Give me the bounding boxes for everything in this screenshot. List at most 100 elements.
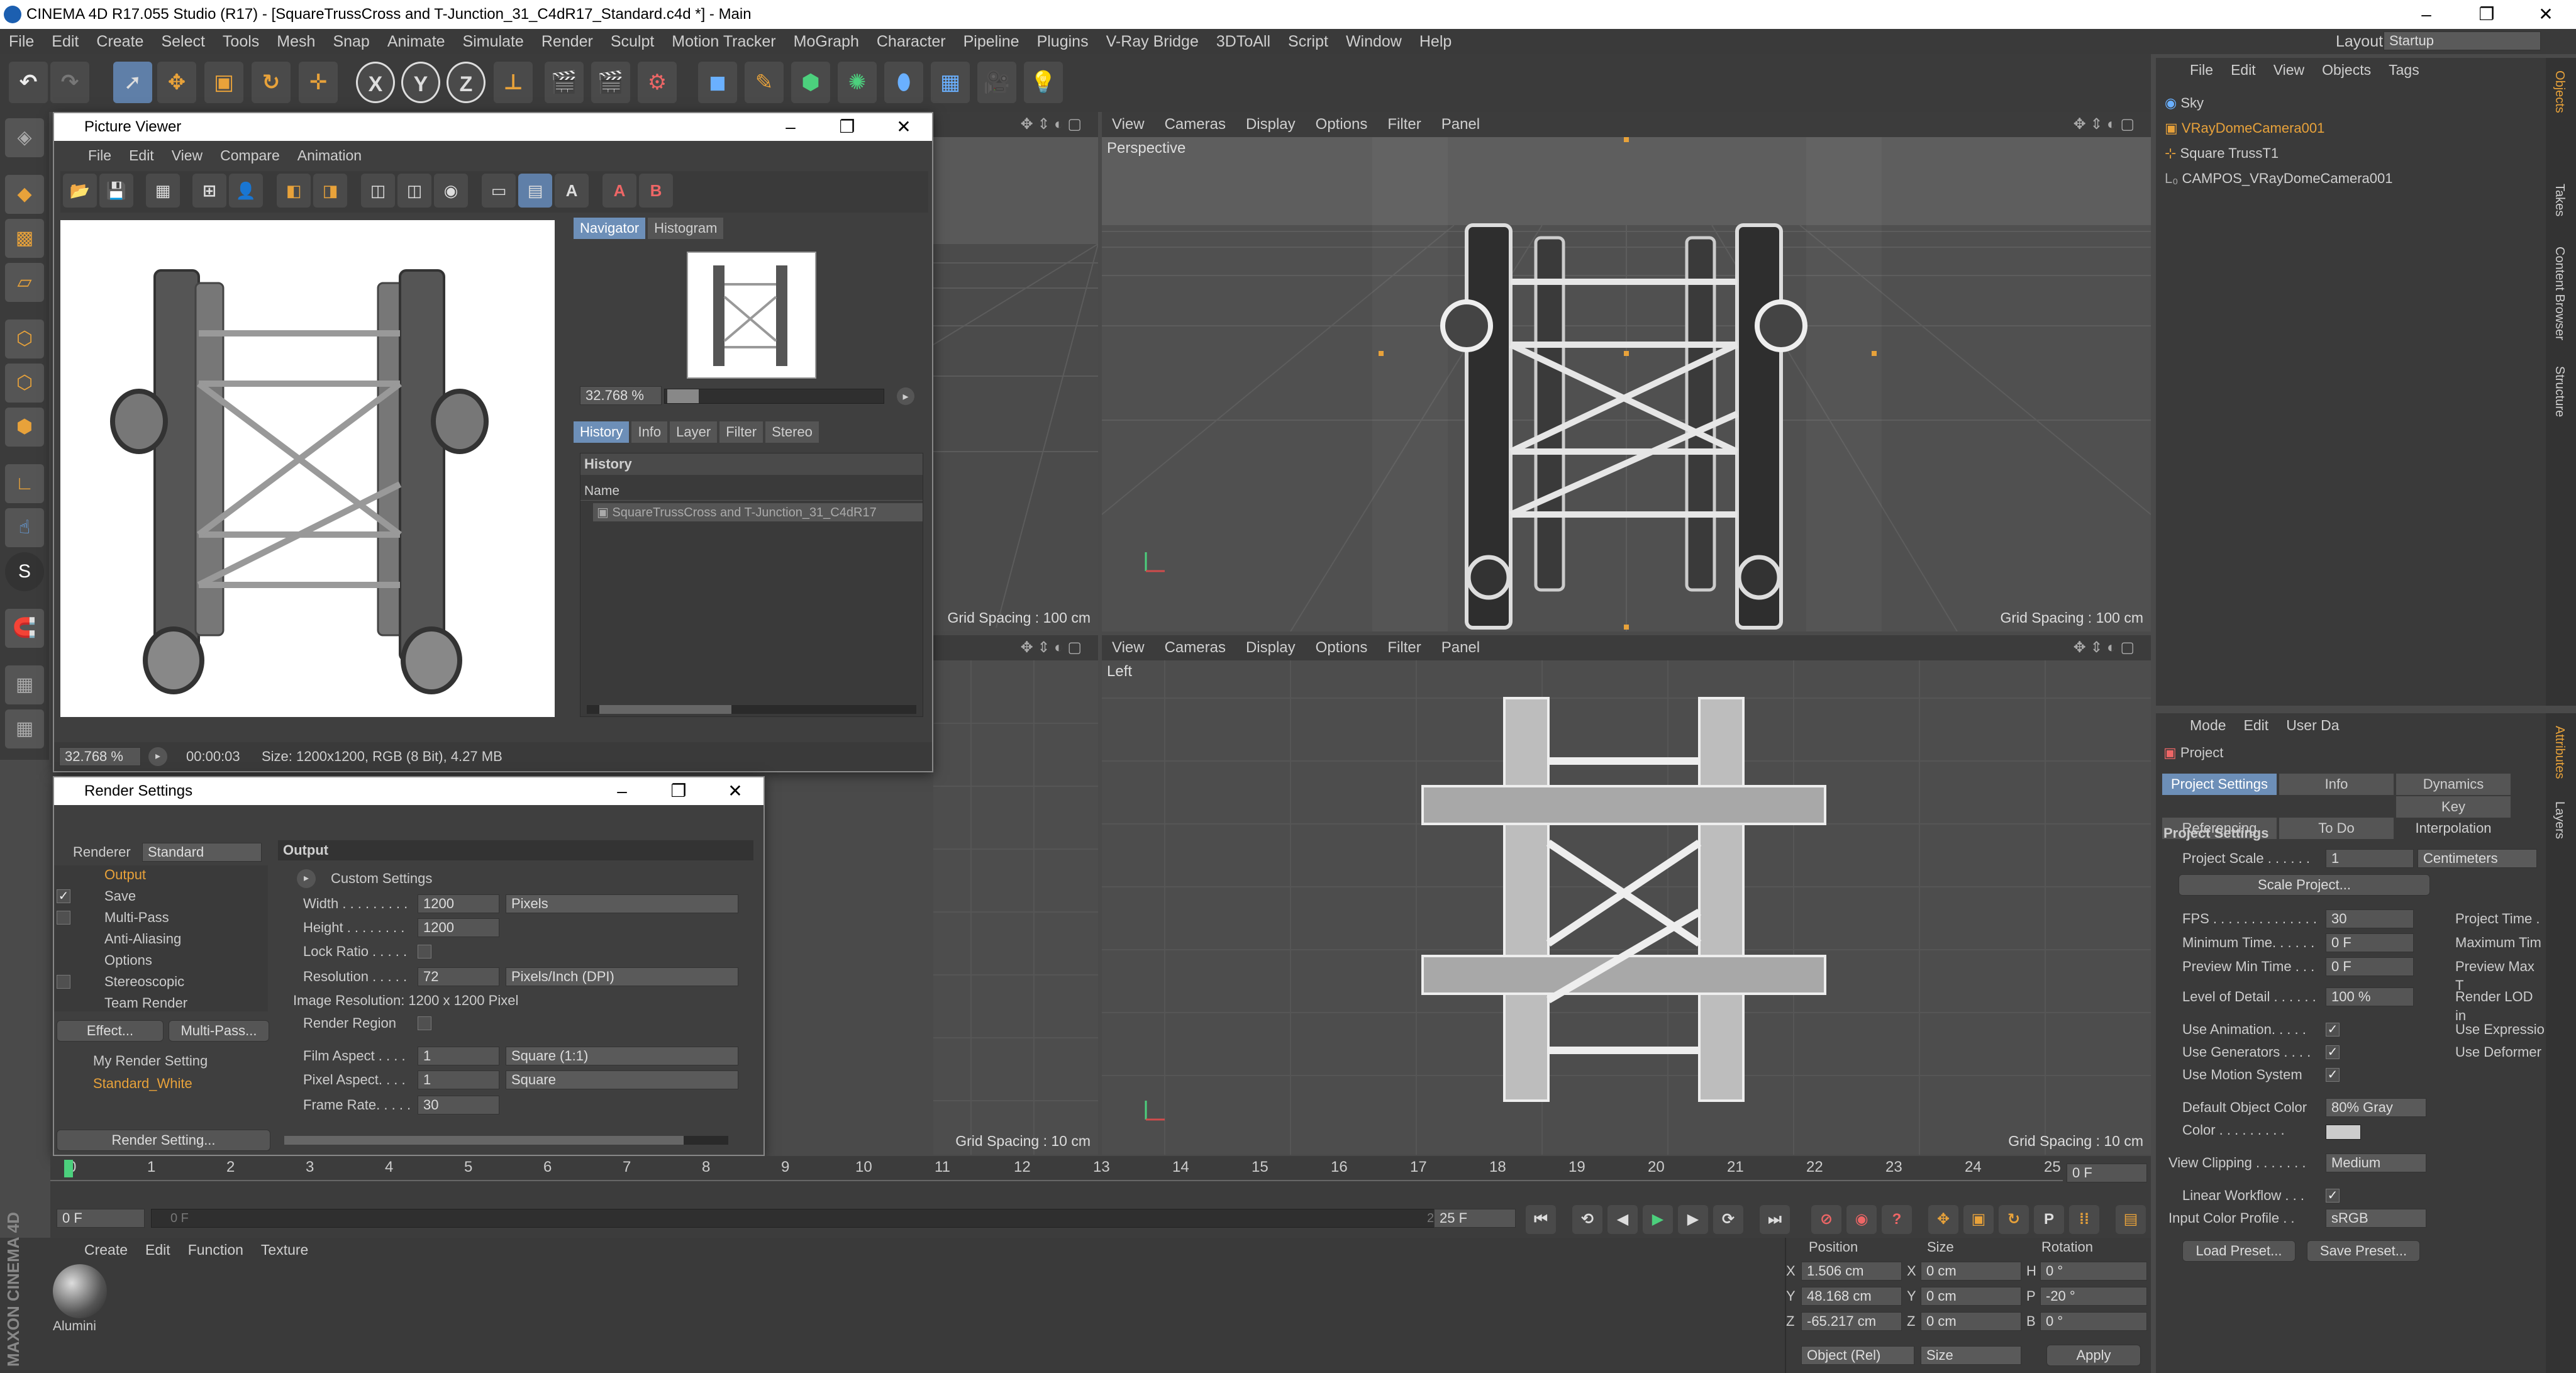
timeline-window-icon[interactable]: ▤ [2116,1205,2146,1234]
am-menu-user-data[interactable]: User Da [2277,713,2348,737]
open-icon[interactable]: 📂 [63,174,97,208]
use-animation-checkbox[interactable]: ✓ [2326,1023,2340,1037]
vp-menu-view[interactable]: View [1102,112,1155,137]
mm-menu-edit[interactable]: Edit [136,1238,179,1262]
input-color-profile-select[interactable]: sRGB [2326,1209,2426,1228]
menu-create[interactable]: Create [87,29,152,54]
make-editable-icon[interactable]: ◈ [5,118,44,157]
autokey-icon[interactable]: ◉ [1846,1205,1877,1234]
material-aluminium-swatch[interactable] [53,1264,107,1318]
next-frame-icon[interactable]: ▶ [1678,1205,1708,1234]
load-preset-button[interactable]: Load Preset... [2182,1240,2296,1262]
pv-menu-compare[interactable]: Compare [211,143,289,167]
object-row-campos[interactable]: L₀ CAMPOS_VRayDomeCamera001 [2165,166,2542,191]
points-mode-icon[interactable]: ⬡ [5,320,44,359]
vp-menu-filter[interactable]: Filter [1377,635,1431,660]
menu-sculpt[interactable]: Sculpt [602,29,663,54]
pv-menu-view[interactable]: View [163,143,211,167]
side-tab-attributes[interactable]: Attributes [2552,726,2567,779]
polygons-mode-icon[interactable]: ⬢ [5,408,44,447]
coordinate-system-icon[interactable]: ⊥ [494,62,533,103]
effect-button[interactable]: Effect... [57,1020,164,1042]
units-select[interactable]: Pixels [506,894,738,913]
tree-output[interactable]: Output [104,865,146,884]
om-menu-tags[interactable]: Tags [2380,58,2428,82]
vp-menu-cameras[interactable]: Cameras [1155,635,1236,660]
light-icon[interactable]: 💡 [1024,62,1063,103]
menu-window[interactable]: Window [1337,29,1411,54]
subdivision-icon[interactable]: ⬢ [791,62,830,103]
axis-icon[interactable]: ∟ [5,464,44,503]
size-y-field[interactable]: 0 cm [1921,1287,2021,1306]
vp-menu-filter[interactable]: Filter [1377,112,1431,137]
y-axis-button[interactable]: Y [401,62,440,103]
project-scale-unit-select[interactable]: Centimeters [2418,849,2537,868]
ab-compare-icon[interactable]: ◫ [361,174,395,208]
menu-select[interactable]: Select [152,29,213,54]
vp-menu-cameras[interactable]: Cameras [1155,112,1236,137]
om-menu-file[interactable]: File [2181,58,2222,82]
position-key-icon[interactable]: ✥ [1928,1205,1958,1234]
object-row-sky[interactable]: ◉ Sky [2165,91,2542,116]
vp-menu-display[interactable]: Display [1236,112,1306,137]
redo-icon[interactable]: ↷ [50,62,89,103]
position-y-field[interactable]: 48.168 cm [1801,1287,1902,1306]
tab-info[interactable]: Info [631,421,668,443]
menu-mograph[interactable]: MoGraph [785,29,868,54]
color-icon[interactable]: ◉ [434,174,468,208]
status-zoom[interactable]: 32.768 % [59,747,141,766]
tab-filter[interactable]: Filter [719,421,763,443]
side-tab-content-browser[interactable]: Content Browser [2552,247,2567,340]
side-tab-objects[interactable]: Objects [2552,70,2567,113]
menu-mesh[interactable]: Mesh [268,29,324,54]
tab-to-do[interactable]: To Do [2279,818,2394,839]
navigator-play-icon[interactable]: ▸ [897,387,914,405]
previous-frame-icon[interactable]: ◀ [1607,1205,1638,1234]
previous-key-icon[interactable]: ⟲ [1572,1205,1602,1234]
width-field[interactable]: 1200 [418,894,499,913]
multipass-checkbox[interactable] [57,911,70,925]
viewport-nav-icons[interactable]: ✥ ⇕ ◐ ▢ [2063,635,2145,660]
layout-select[interactable]: Startup [2384,31,2541,50]
height-field[interactable]: 1200 [418,918,499,937]
stereoscopic-checkbox[interactable] [57,975,70,989]
render-region-checkbox[interactable] [418,1016,431,1030]
go-to-end-icon[interactable]: ⏭ [1760,1205,1790,1234]
viewport-nav-icons[interactable]: ✥ ⇕ ◐ ▢ [1011,635,1092,660]
render-region-icon[interactable]: ◨ [313,174,347,208]
tree-options[interactable]: Options [104,951,152,970]
navigator-zoom-slider[interactable] [664,389,884,404]
tab-info[interactable]: Info [2279,774,2394,795]
scale-key-icon[interactable]: ▣ [1963,1205,1994,1234]
rotation-key-icon[interactable]: ↻ [1999,1205,2029,1234]
floor-icon[interactable]: ▦ [931,62,970,103]
rotation-h-field[interactable]: 0 ° [2040,1262,2147,1281]
rendered-image[interactable] [60,220,555,717]
pv-minimize-button[interactable]: – [762,113,819,141]
pen-icon[interactable]: ✎ [745,62,784,103]
full-icon[interactable]: ▤ [518,174,552,208]
compare-b-icon[interactable]: ◫ [397,174,431,208]
rotate-icon[interactable]: ↻ [252,62,291,103]
viewport-bottom-left[interactable]: ✥ ⇕ ◐ ▢ Grid Spacing : 10 cm [933,635,1098,1155]
snap-icon[interactable]: 🧲 [5,609,44,648]
deformer-icon[interactable]: ⬮ [884,62,923,103]
fit-icon[interactable]: ▭ [482,174,516,208]
tab-navigator[interactable]: Navigator [574,218,646,239]
minimize-button[interactable]: – [2396,0,2457,29]
mm-menu-texture[interactable]: Texture [252,1238,317,1262]
edit-render-settings-icon[interactable]: ⚙ [638,62,677,103]
color-swatch[interactable] [2326,1125,2361,1140]
rs-maximize-button[interactable]: ❐ [650,777,707,805]
x-axis-button[interactable]: X [356,62,395,103]
film-aspect-field[interactable]: 1 [418,1047,499,1065]
last-tool-icon[interactable]: ✛ [299,62,338,103]
render-setting-my[interactable]: My Render Setting [93,1052,208,1070]
object-row-vray-dome-camera[interactable]: ▣ VRayDomeCamera001 [2165,116,2542,141]
level-of-detail-field[interactable]: 100 % [2326,987,2414,1006]
edges-mode-icon[interactable]: ⬡ [5,364,44,403]
use-generators-checkbox[interactable]: ✓ [2326,1045,2340,1059]
vp-menu-options[interactable]: Options [1306,635,1378,660]
tab-key-interpolation[interactable]: Key Interpolation [2396,796,2511,836]
render-setting-standard-white[interactable]: Standard_White [93,1074,192,1093]
